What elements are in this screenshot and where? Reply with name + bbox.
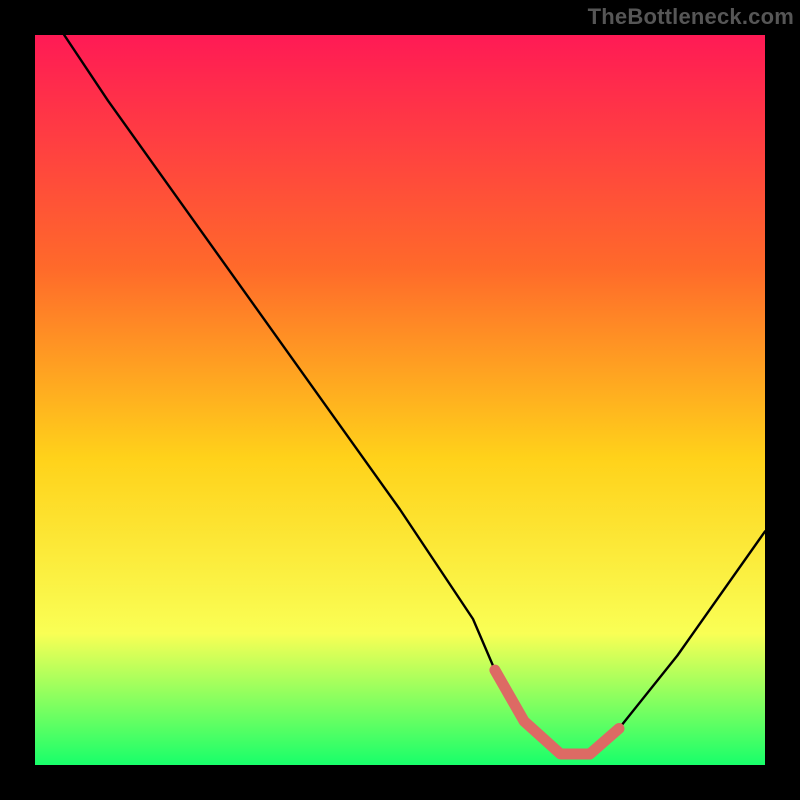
- chart-frame: TheBottleneck.com: [0, 0, 800, 800]
- gradient-background: [35, 35, 765, 765]
- watermark-text: TheBottleneck.com: [588, 4, 794, 30]
- plot-area: [35, 35, 765, 765]
- bottleneck-chart: [35, 35, 765, 765]
